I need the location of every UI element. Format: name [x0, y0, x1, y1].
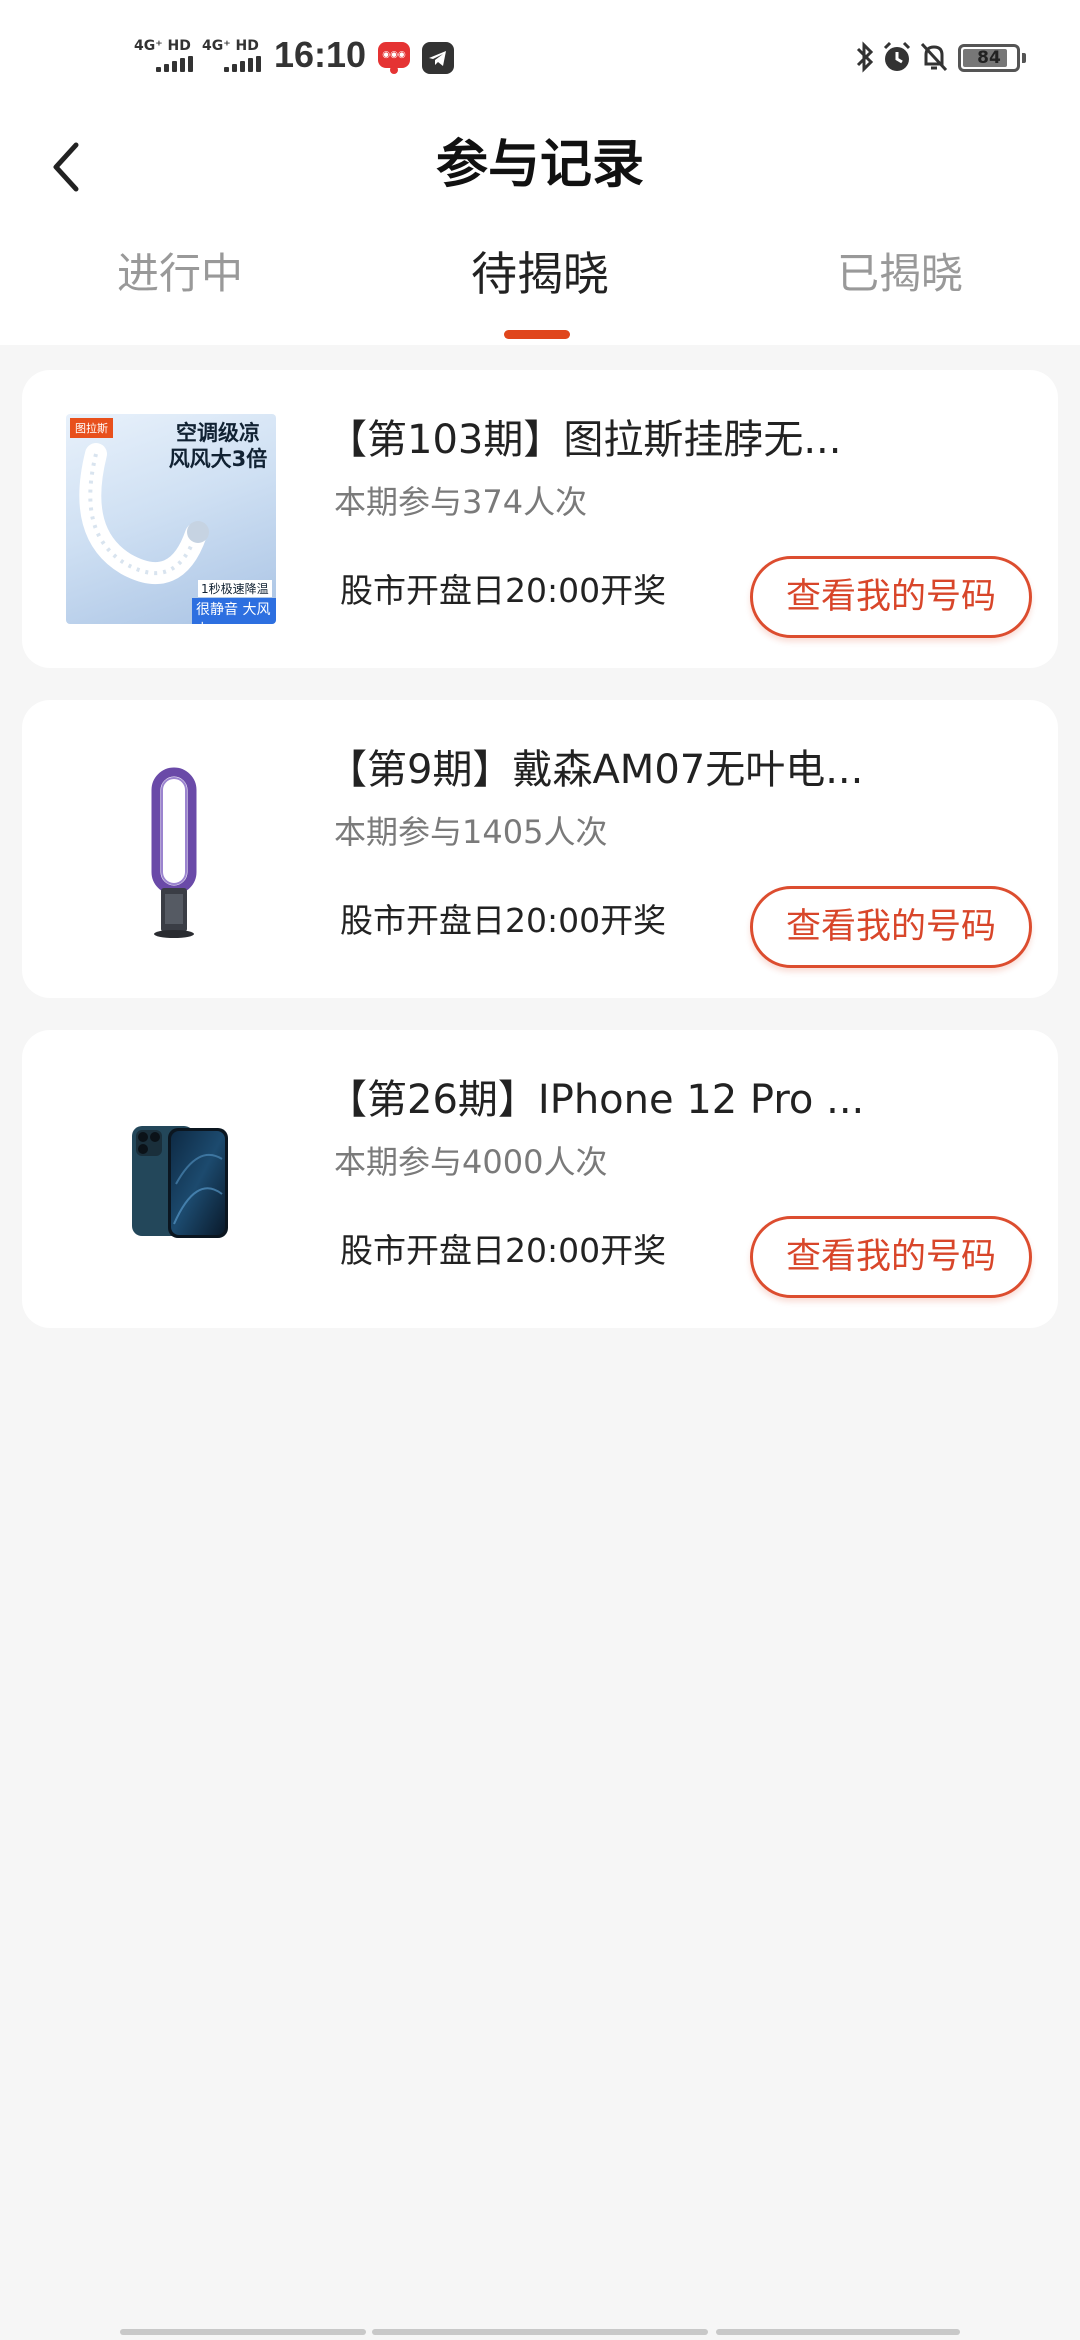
record-title: 【第26期】IPhone 12 Pro ...: [327, 1077, 865, 1123]
record-title: 【第9期】戴森AM07无叶电...: [327, 747, 864, 793]
clock: 16:10: [274, 34, 367, 75]
network-label: 4G⁺ HD: [202, 38, 259, 54]
nav-header: 参与记录: [0, 110, 1080, 220]
view-my-numbers-button[interactable]: 查看我的号码: [750, 886, 1032, 968]
bladeless-fan-illustration: [151, 767, 197, 938]
brand-tag: 图拉斯: [70, 418, 113, 438]
signal-strength-icon: 4G⁺ HD: [202, 38, 264, 78]
participant-count: 本期参与1405人次: [334, 813, 608, 851]
image-caption: 1秒极速降温: [198, 580, 272, 597]
view-my-numbers-button[interactable]: 查看我的号码: [750, 1216, 1032, 1298]
record-title: 【第103期】图拉斯挂脖无...: [327, 417, 842, 463]
image-headline: 空调级凉风风大3倍: [168, 421, 268, 471]
network-label: 4G⁺ HD: [134, 38, 191, 54]
home-indicator: [120, 2329, 366, 2335]
product-image-bladeless-fan: [66, 744, 276, 954]
active-tab-indicator: [504, 330, 570, 339]
image-caption: 很静音 大风力: [192, 598, 276, 624]
tab-pending-reveal[interactable]: 待揭晓: [420, 244, 660, 304]
telegram-icon: [422, 42, 454, 74]
alarm-icon: [883, 41, 911, 71]
tab-bar: 进行中 待揭晓 已揭晓: [0, 230, 1080, 345]
tab-revealed[interactable]: 已揭晓: [780, 244, 1020, 304]
draw-time: 股市开盘日20:00开奖: [340, 571, 667, 610]
participant-count: 本期参与4000人次: [334, 1143, 608, 1181]
battery-icon: 84: [958, 44, 1026, 72]
signal-strength-icon: 4G⁺ HD: [134, 38, 196, 78]
page-title: 参与记录: [435, 135, 644, 195]
mute-bell-icon: [920, 42, 948, 72]
view-my-numbers-button[interactable]: 查看我的号码: [750, 556, 1032, 638]
product-image-iphone: [66, 1074, 276, 1284]
home-indicator: [716, 2329, 960, 2335]
app-notification-icon: ◉◉◉: [378, 42, 410, 74]
participant-count: 本期参与374人次: [334, 483, 588, 521]
bluetooth-icon: [856, 41, 874, 73]
status-bar: 4G⁺ HD 4G⁺ HD 16:10 ◉◉◉ 84: [0, 0, 1080, 110]
record-card[interactable]: 图拉斯 空调级凉风风大3倍 1秒极速降温 很静音 大风力 【第103期】图拉斯挂…: [22, 370, 1058, 668]
iphone-illustration: [132, 1126, 228, 1238]
product-image-neck-fan: 图拉斯 空调级凉风风大3倍 1秒极速降温 很静音 大风力: [66, 414, 276, 624]
draw-time: 股市开盘日20:00开奖: [340, 1231, 667, 1270]
battery-level: 84: [977, 48, 1001, 68]
tab-in-progress[interactable]: 进行中: [60, 244, 300, 304]
home-indicator: [372, 2329, 708, 2335]
record-card[interactable]: 【第26期】IPhone 12 Pro ... 本期参与4000人次 股市开盘日…: [22, 1030, 1058, 1328]
record-card[interactable]: 【第9期】戴森AM07无叶电... 本期参与1405人次 股市开盘日20:00开…: [22, 700, 1058, 998]
draw-time: 股市开盘日20:00开奖: [340, 901, 667, 940]
